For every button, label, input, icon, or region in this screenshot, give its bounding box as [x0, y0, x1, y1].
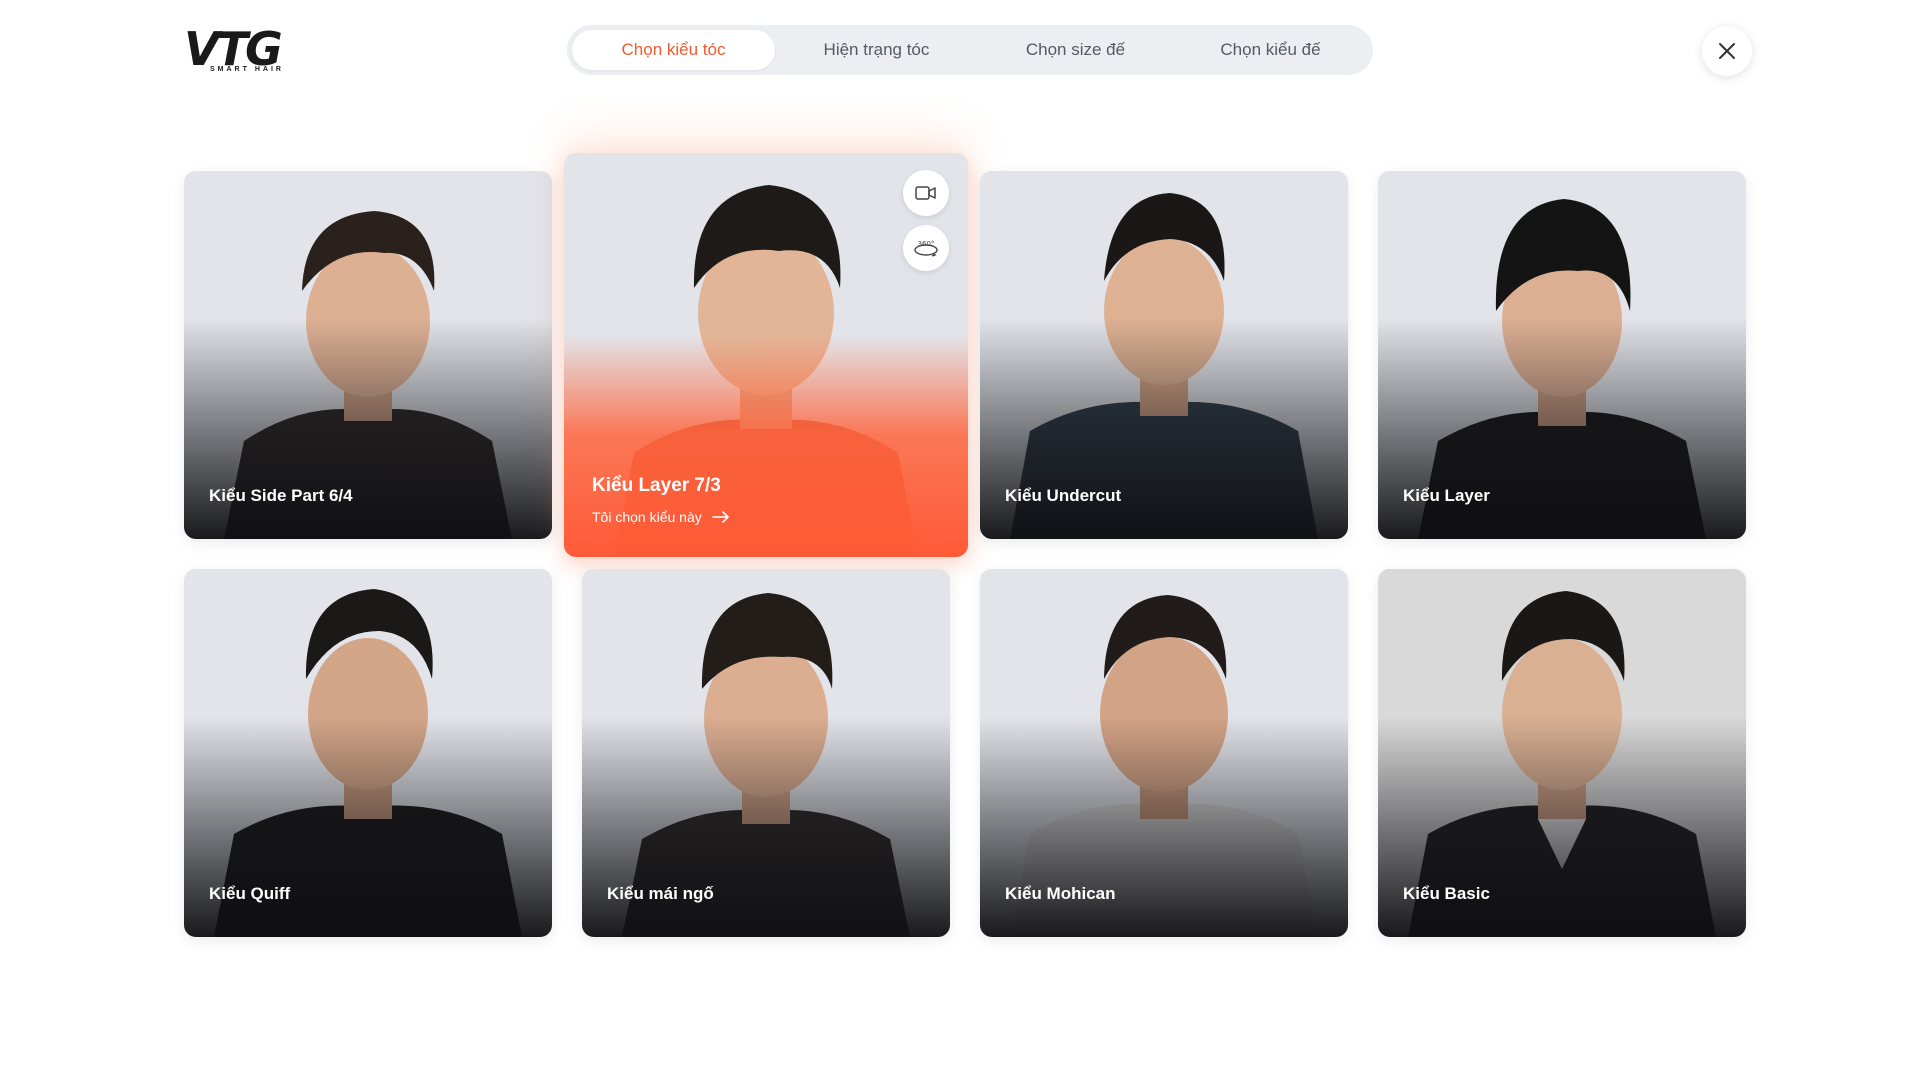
svg-text:360°: 360° [918, 240, 935, 248]
hairstyle-card-basic[interactable]: Kiểu Basic [1378, 569, 1746, 937]
hairstyle-name: Kiểu Basic [1403, 884, 1490, 903]
tab-base-size[interactable]: Chọn size đế [978, 30, 1173, 70]
hairstyle-card-mai-ngo[interactable]: Kiểu mái ngố [582, 569, 950, 937]
video-button[interactable] [903, 170, 949, 216]
hairstyle-name: Kiểu Layer 7/3 [592, 475, 721, 496]
arrow-right-icon [711, 511, 729, 523]
close-icon [1719, 43, 1735, 59]
tab-base-style[interactable]: Chọn kiểu đế [1173, 30, 1368, 70]
select-this-style-link[interactable]: Tôi chọn kiểu này [592, 509, 730, 525]
hairstyle-card-mohican[interactable]: Kiểu Mohican [980, 569, 1348, 937]
logo-subtitle: SMART HAIR [210, 66, 284, 73]
hairstyle-name: Kiểu mái ngố [607, 884, 714, 903]
hairstyle-card-quiff[interactable]: Kiểu Quiff [184, 569, 552, 937]
rotate-360-button[interactable]: 360° [903, 225, 949, 271]
brand-logo[interactable]: VTG SMART HAIR [184, 24, 308, 78]
hairstyle-name: Kiểu Side Part 6/4 [209, 486, 353, 505]
tab-choose-hairstyle[interactable]: Chọn kiểu tóc [572, 30, 775, 70]
step-tabs: Chọn kiểu tóc Hiện trạng tóc Chọn size đ… [567, 25, 1373, 75]
rotate-360-icon: 360° [914, 240, 938, 257]
hairstyle-card-layer-7-3[interactable]: 360° Kiểu Layer 7/3 Tôi chọn kiểu này [564, 153, 968, 557]
hairstyle-name: Kiểu Quiff [209, 884, 291, 903]
cta-label: Tôi chọn kiểu này [592, 509, 702, 525]
hairstyle-card-undercut[interactable]: Kiểu Undercut [980, 171, 1348, 539]
hairstyle-card-side-part[interactable]: Kiểu Side Part 6/4 [184, 171, 552, 539]
hairstyle-name: Kiểu Layer [1403, 486, 1490, 505]
hairstyle-card-layer[interactable]: Kiểu Layer [1378, 171, 1746, 539]
tab-current-hair[interactable]: Hiện trạng tóc [775, 30, 978, 70]
video-icon [915, 186, 936, 200]
close-button[interactable] [1702, 26, 1752, 76]
hairstyle-name: Kiểu Mohican [1005, 884, 1116, 903]
hairstyle-name: Kiểu Undercut [1005, 486, 1122, 505]
